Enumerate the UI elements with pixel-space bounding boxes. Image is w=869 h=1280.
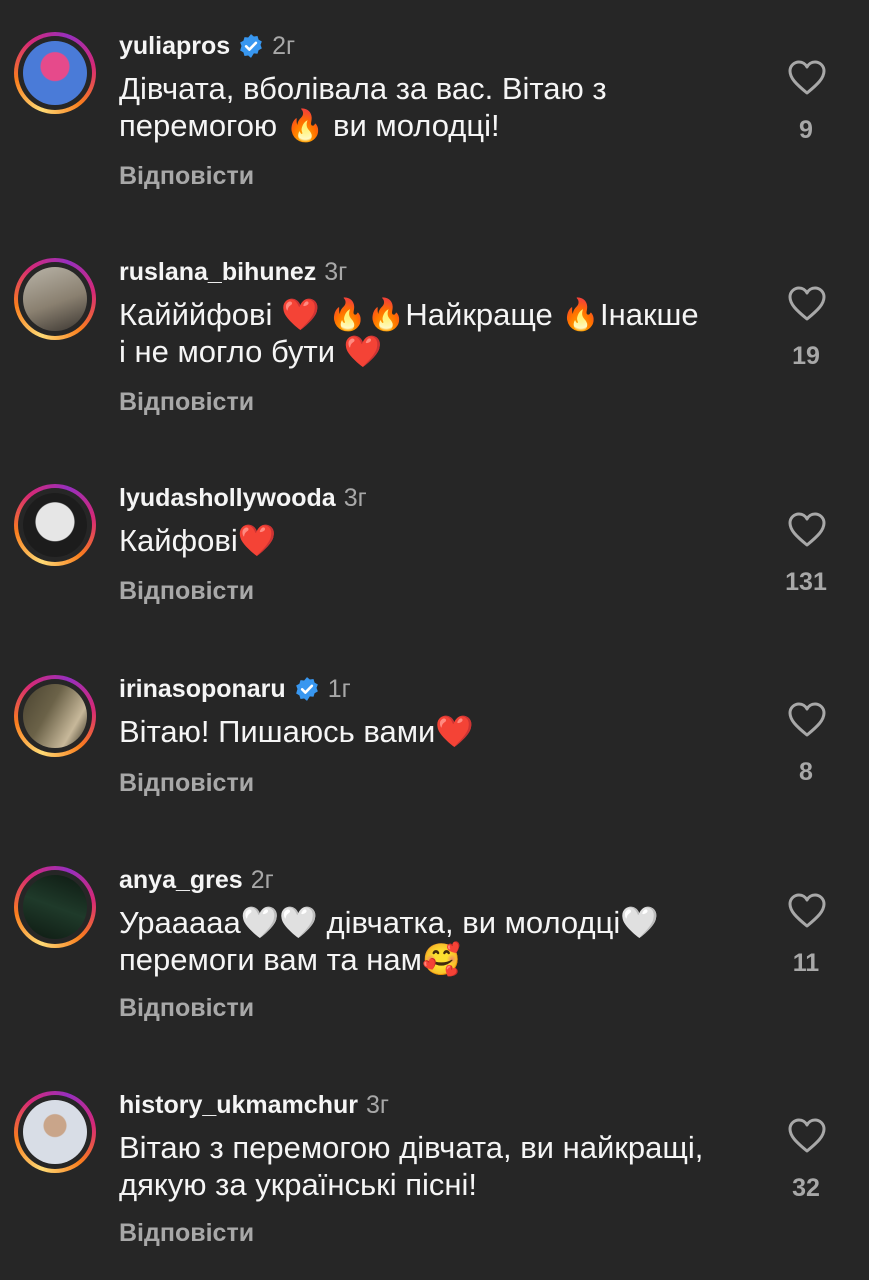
heart-icon[interactable]: [787, 702, 827, 738]
comment-text: Вітаю! Пишаюсь вами❤️: [119, 714, 474, 749]
comment-time: 3г: [365, 1090, 389, 1119]
comment-time: 3г: [343, 483, 367, 512]
username[interactable]: irinasoponaru: [119, 675, 286, 704]
heart-icon[interactable]: [787, 1118, 827, 1154]
reply-button[interactable]: Відповісти: [119, 769, 254, 798]
comment-text: Кайфові❤️: [119, 523, 277, 558]
username[interactable]: lyudashollywooda: [119, 484, 336, 513]
verified-badge-icon: [240, 34, 262, 58]
comment-text: Кайййфові ❤️ 🔥🔥Найкраще 🔥Інакше і не мог…: [119, 297, 699, 369]
verified-badge-icon: [295, 677, 318, 701]
username[interactable]: anya_gres: [119, 866, 243, 895]
like-count: 9: [799, 116, 813, 144]
reply-button[interactable]: Відповісти: [119, 577, 254, 606]
reply-button[interactable]: Відповісти: [119, 388, 254, 417]
like-count: 32: [792, 1174, 820, 1202]
avatar[interactable]: [14, 1091, 96, 1173]
reply-button[interactable]: Відповісти: [119, 162, 254, 191]
username[interactable]: yuliapros: [119, 32, 230, 61]
avatar[interactable]: [14, 32, 96, 114]
heart-icon[interactable]: [787, 60, 827, 96]
heart-icon[interactable]: [787, 512, 827, 548]
comment-time: 2г: [272, 31, 296, 60]
comment-text: Дівчата, вболівала за вас. Вітаю з перем…: [119, 71, 607, 143]
username[interactable]: history_ukmamchur: [119, 1091, 358, 1120]
reply-button[interactable]: Відповісти: [119, 1219, 254, 1248]
comment-time: 3г: [324, 257, 348, 286]
like-count: 19: [792, 342, 820, 370]
comment-text: Урааааа🤍🤍 дівчатка, ви молодці🤍 перемоги…: [119, 905, 659, 977]
avatar[interactable]: [14, 866, 96, 948]
reply-button[interactable]: Відповісти: [119, 994, 254, 1023]
comment-time: 2г: [250, 865, 274, 894]
like-count: 8: [799, 758, 813, 786]
comment-time: 1г: [327, 674, 351, 703]
avatar[interactable]: [14, 258, 96, 340]
like-count: 11: [792, 949, 820, 977]
heart-icon[interactable]: [787, 893, 827, 929]
username[interactable]: ruslana_bihunez: [119, 258, 316, 287]
like-count: 131: [785, 568, 827, 596]
comment-text: Вітаю з перемогою дівчата, ви найкращі, …: [119, 1130, 704, 1202]
avatar[interactable]: [14, 484, 96, 566]
avatar[interactable]: [14, 675, 96, 757]
heart-icon[interactable]: [787, 286, 827, 322]
